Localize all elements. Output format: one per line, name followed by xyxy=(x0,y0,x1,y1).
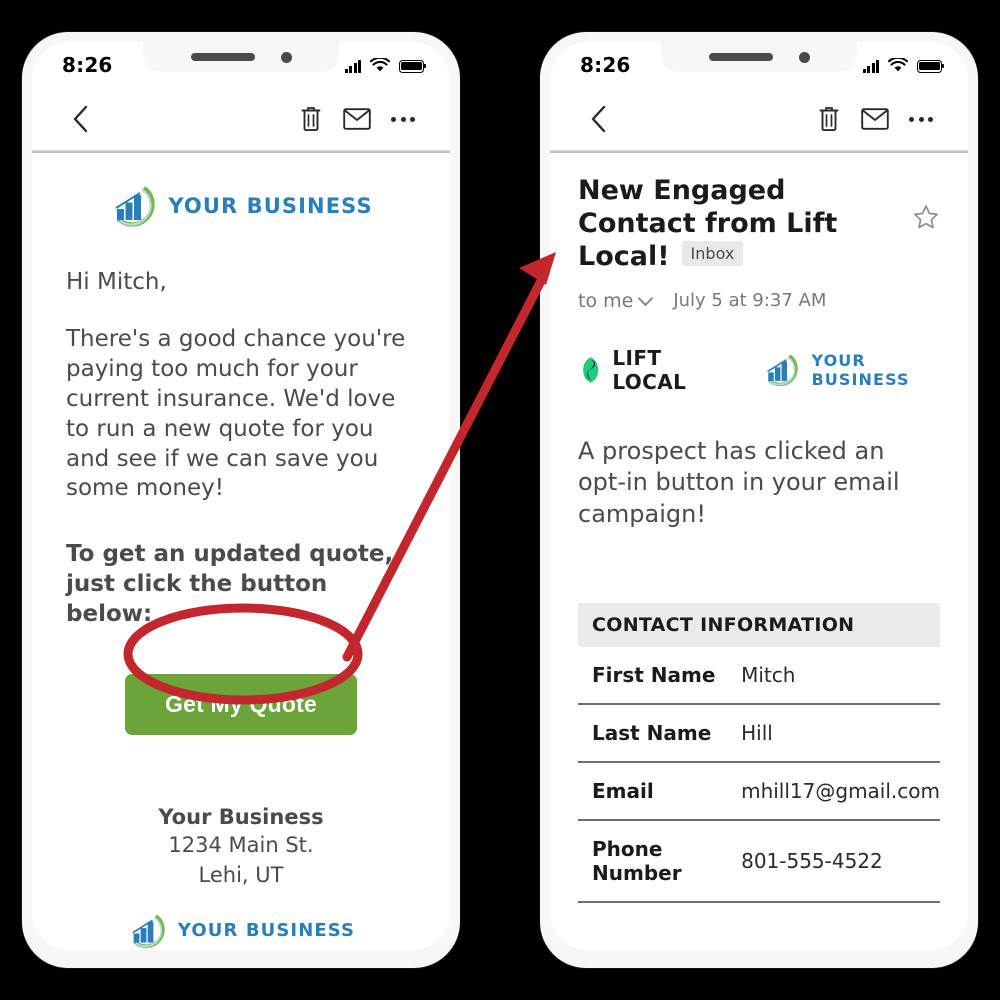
battery-icon xyxy=(917,59,945,73)
more-options-button-left[interactable] xyxy=(380,96,426,142)
cellular-bars-icon xyxy=(344,59,361,73)
email-cta-instruction: To get an updated quote, just click the … xyxy=(66,541,394,628)
row-key: Last Name xyxy=(578,703,728,763)
contact-information-heading: CONTACT INFORMATION xyxy=(578,602,940,647)
back-chevron-icon xyxy=(73,105,88,133)
status-indicators xyxy=(862,57,945,73)
email-subject: New Engaged Contact from Lift Local! Inbo… xyxy=(578,175,904,274)
footer-business-name: Your Business xyxy=(158,805,324,830)
email-logos-row: LIFT LOCAL YOUR BUSINESS xyxy=(578,346,940,394)
email-header-logo-left: YOUR BUSINESS xyxy=(32,153,450,237)
envelope-icon xyxy=(343,108,371,130)
mail-toolbar-right xyxy=(550,88,968,150)
phone-screen-left: 8:26 YOUR BUSINESS Hi Mitch, There's a g… xyxy=(32,42,450,950)
table-row: First Name Mitch xyxy=(578,646,940,705)
speaker-grille-icon xyxy=(708,53,773,61)
front-camera-icon xyxy=(798,51,810,63)
front-camera-icon xyxy=(280,51,292,63)
row-key: Phone Number xyxy=(578,819,728,903)
phone-screen-right: 8:26 New Engaged Contact from Lift Local… xyxy=(550,42,968,950)
chevron-down-icon xyxy=(638,290,654,307)
recipient-label: to me xyxy=(578,289,634,312)
footer-logo-text: YOUR BUSINESS xyxy=(177,920,356,942)
wifi-icon xyxy=(370,57,390,71)
your-business-logo-text: YOUR BUSINESS xyxy=(811,350,910,389)
more-dots-icon xyxy=(391,116,415,122)
your-business-logo-icon xyxy=(132,914,165,948)
trash-icon xyxy=(819,107,839,132)
email-greeting: Hi Mitch, xyxy=(66,269,167,295)
lift-local-logo-text: LIFT LOCAL xyxy=(612,345,687,394)
your-business-logo-icon xyxy=(767,354,799,386)
mark-unread-button-right[interactable] xyxy=(852,96,898,142)
star-outline-icon xyxy=(913,205,939,229)
your-business-footer-logo: YOUR BUSINESS xyxy=(127,912,355,950)
cellular-bars-icon xyxy=(862,59,879,73)
table-row: Last Name Hill xyxy=(578,703,940,763)
email-paragraph: There's a good chance you're paying too … xyxy=(66,326,406,502)
your-business-logo: YOUR BUSINESS xyxy=(762,351,940,389)
phone-notch-right xyxy=(661,42,857,72)
mark-unread-button-left[interactable] xyxy=(334,96,380,142)
email-body-right: New Engaged Contact from Lift Local! Inbo… xyxy=(550,153,968,903)
get-my-quote-button[interactable]: Get My Quote xyxy=(125,674,357,736)
footer-address-line-2: Lehi, UT xyxy=(198,863,284,888)
footer-logo: YOUR BUSINESS xyxy=(66,912,416,950)
lift-local-logo-icon xyxy=(583,357,599,383)
screenshot-stage: 8:26 YOUR BUSINESS Hi Mitch, There's a g… xyxy=(0,0,1000,1000)
mail-toolbar-left xyxy=(32,88,450,150)
back-button-left[interactable] xyxy=(58,96,104,142)
recipient-expander[interactable]: to me xyxy=(578,289,654,312)
notification-message: A prospect has clicked an opt-in button … xyxy=(578,436,900,529)
contact-information-table: First Name Mitch Last Name Hill Email mh… xyxy=(578,646,940,903)
status-clock: 8:26 xyxy=(62,53,113,77)
phone-mockup-left: 8:26 YOUR BUSINESS Hi Mitch, There's a g… xyxy=(22,32,460,968)
battery-icon xyxy=(399,59,427,73)
back-chevron-icon xyxy=(591,105,606,133)
status-indicators xyxy=(344,57,427,73)
wifi-icon xyxy=(888,57,908,71)
speaker-grille-icon xyxy=(190,53,255,61)
email-footer-left: Your Business 1234 Main St. Lehi, UT YOU… xyxy=(66,805,416,950)
row-value: Mitch xyxy=(727,646,940,705)
your-business-logo-text: YOUR BUSINESS xyxy=(168,194,373,218)
row-key: Email xyxy=(578,761,728,821)
delete-button-right[interactable] xyxy=(806,96,852,142)
cta-container: Get My Quote xyxy=(66,674,416,736)
more-dots-icon xyxy=(909,116,933,122)
back-button-right[interactable] xyxy=(576,96,622,142)
phone-notch-left xyxy=(143,42,339,72)
contact-table-body: First Name Mitch Last Name Hill Email mh… xyxy=(578,646,940,903)
row-value: 801-555-4522 xyxy=(727,819,940,903)
phone-mockup-right: 8:26 New Engaged Contact from Lift Local… xyxy=(540,32,978,968)
email-content-left: Hi Mitch, There's a good chance you're p… xyxy=(32,237,450,950)
more-options-button-right[interactable] xyxy=(898,96,944,142)
delete-button-left[interactable] xyxy=(288,96,334,142)
envelope-icon xyxy=(861,108,889,130)
row-value: Hill xyxy=(727,703,940,763)
email-body-left: YOUR BUSINESS Hi Mitch, There's a good c… xyxy=(32,153,450,950)
star-button[interactable] xyxy=(912,203,940,235)
table-row: Phone Number 801-555-4522 xyxy=(578,819,940,903)
status-clock: 8:26 xyxy=(580,53,631,77)
lift-local-logo: LIFT LOCAL xyxy=(578,346,722,394)
your-business-logo-icon xyxy=(115,186,155,227)
inbox-label-badge: Inbox xyxy=(681,240,744,267)
email-meta-row: to me July 5 at 9:37 AM xyxy=(578,290,940,312)
table-row: Email mhill17@gmail.com xyxy=(578,761,940,821)
row-key: First Name xyxy=(578,646,728,705)
subject-row: New Engaged Contact from Lift Local! Inbo… xyxy=(578,175,940,274)
email-date: July 5 at 9:37 AM xyxy=(673,290,827,312)
row-value: mhill17@gmail.com xyxy=(727,761,940,821)
footer-address-line-1: 1234 Main St. xyxy=(168,833,314,858)
trash-icon xyxy=(301,107,321,132)
your-business-logo: YOUR BUSINESS xyxy=(109,183,372,229)
